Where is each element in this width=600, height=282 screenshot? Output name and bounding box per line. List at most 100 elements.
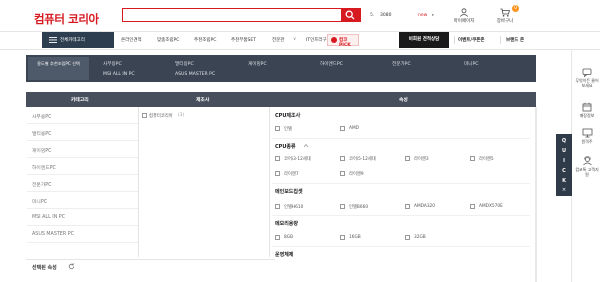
store-info-label: 매장정보	[579, 113, 595, 118]
category-link-gaming[interactable]: 게이밍PC	[248, 61, 267, 67]
hot-keyword-rank: 5.	[370, 13, 375, 18]
remote-support-label: 원격주	[581, 139, 593, 144]
customer-support-link[interactable]: 컴코톡 고객지원	[574, 156, 600, 177]
all-category-label: 전체카테고리	[60, 38, 85, 43]
maker-checkbox[interactable]	[142, 113, 147, 118]
option-checkbox[interactable]	[470, 204, 475, 209]
option-checkbox[interactable]	[340, 126, 345, 131]
category-row-mini[interactable]: 미니PC	[27, 192, 138, 209]
category-link-pro[interactable]: 전문가PC	[392, 61, 411, 67]
store-info-link[interactable]: 매장정보	[574, 102, 600, 118]
hot-keyword[interactable]: 3080	[380, 13, 391, 18]
nav-item-parts-set[interactable]: 추천부품SET	[231, 37, 256, 43]
category-row-label: 미니PC	[32, 200, 48, 205]
category-link-office[interactable]: 사무용PC	[103, 61, 122, 67]
category-link-multi[interactable]: 멀티용PC	[175, 61, 194, 67]
category-row-highend[interactable]: 하이엔드PC	[27, 158, 138, 175]
option-checkbox[interactable]	[405, 235, 410, 240]
event-coupon-link[interactable]: 이벤트/쿠폰존	[458, 37, 484, 43]
cart-count-badge: 0	[512, 5, 519, 12]
nav-separator	[454, 36, 455, 44]
close-icon[interactable]: ×	[556, 187, 572, 193]
category-row-label: 사무용PC	[32, 115, 52, 120]
group-os: 운영체제	[275, 252, 294, 258]
category-row-label: MSI ALL IN PC	[32, 215, 66, 220]
option-checkbox[interactable]	[340, 204, 345, 209]
category-row-office[interactable]: 사무용PC	[27, 107, 138, 124]
brand-zone-link[interactable]: 브랜드 존	[506, 37, 524, 43]
all-category-button[interactable]: 전체카테고리	[42, 32, 114, 48]
mypage-link[interactable]: 마이페이지	[446, 8, 482, 24]
filter-table-header	[26, 92, 536, 107]
search-button[interactable]	[341, 8, 361, 22]
option-checkbox[interactable]	[275, 235, 280, 240]
nav-item-specialty[interactable]: 전문관	[272, 37, 284, 43]
option-checkbox[interactable]	[275, 171, 280, 176]
option-checkbox[interactable]	[340, 171, 345, 176]
group-divider	[272, 215, 530, 216]
nav-bottom-divider	[0, 49, 600, 50]
new-caret-icon[interactable]: ▸	[432, 13, 434, 18]
group-divider	[272, 246, 530, 247]
search-input[interactable]	[122, 8, 341, 22]
site-logo[interactable]: 컴퓨터 코리아	[34, 11, 99, 27]
option-label: 라이젠5	[479, 157, 494, 162]
category-row-label: 하이엔드PC	[32, 166, 56, 171]
option-checkbox[interactable]	[275, 156, 280, 161]
option-label: 인텔H610	[284, 205, 304, 210]
ask-anything-link[interactable]: 무엇이든 물어보세요	[574, 68, 600, 88]
option-checkbox[interactable]	[275, 204, 280, 209]
category-link-highend[interactable]: 하이엔드PC	[320, 61, 343, 67]
column-divider	[138, 107, 139, 257]
category-row-multi[interactable]: 멀티용PC	[27, 124, 138, 141]
quick-letter: Q	[561, 138, 567, 144]
column-divider	[269, 107, 270, 257]
option-checkbox[interactable]	[470, 156, 475, 161]
category-row-msi[interactable]: MSI ALL IN PC	[27, 209, 138, 226]
category-link-asus[interactable]: ASUS MASTER PC	[175, 72, 215, 77]
pick-icon	[331, 37, 337, 43]
nav-item-custom-pc[interactable]: 맞춤조립PC	[157, 37, 179, 43]
option-label: 코어i3-12세대	[284, 157, 311, 162]
group-cpu-type: CPU종류	[275, 144, 296, 150]
option-checkbox[interactable]	[405, 156, 410, 161]
user-icon	[459, 8, 469, 17]
category-panel	[26, 55, 536, 82]
remote-support-link[interactable]: 원격주	[574, 128, 600, 144]
category-row-label: 게이밍PC	[32, 149, 52, 154]
option-label: 인텔B660	[349, 205, 369, 210]
option-checkbox[interactable]	[405, 204, 410, 209]
category-row-gaming[interactable]: 게이밍PC	[27, 141, 138, 158]
chevron-up-icon[interactable]	[303, 143, 309, 148]
mypage-label: 마이페이지	[453, 19, 475, 24]
option-label: AMD	[349, 126, 359, 131]
category-row-label: 전문가PC	[32, 183, 52, 188]
option-label: AMDX570E	[479, 204, 503, 209]
category-link-mini[interactable]: 미니PC	[464, 61, 478, 67]
category-row-asus[interactable]: ASUS MASTER PC	[27, 226, 138, 243]
option-label: 라이젠7	[284, 172, 299, 177]
option-checkbox[interactable]	[340, 156, 345, 161]
option-checkbox[interactable]	[275, 126, 280, 131]
quick-letter: U	[561, 148, 567, 154]
maker-count: (3)	[178, 113, 185, 118]
option-label: 라이젠9	[349, 172, 364, 177]
scrollbar[interactable]	[535, 107, 537, 282]
quick-letter: C	[562, 168, 566, 174]
category-row-pro[interactable]: 전문가PC	[27, 175, 138, 192]
guest-consult-button[interactable]: 비회원 견적상담	[399, 32, 449, 48]
category-row-label: 멀티용PC	[32, 132, 52, 137]
chevron-down-icon[interactable]: ∨	[293, 37, 296, 42]
quick-letter: K	[562, 178, 566, 184]
category-link-msi[interactable]: MSI ALL IN PC	[103, 72, 135, 77]
category-row-label: ASUS MASTER PC	[32, 232, 74, 237]
quick-menu-toggle[interactable]: Q U I C K ×	[556, 134, 572, 196]
pick-button[interactable]: 컴코PICK	[327, 34, 359, 48]
nav-item-online-quote[interactable]: 온라인견적	[121, 37, 142, 43]
refresh-icon[interactable]	[68, 263, 75, 270]
cart-icon	[500, 8, 510, 17]
nav-item-recommended-pc[interactable]: 추천조립PC	[194, 37, 216, 43]
group-divider	[272, 138, 530, 139]
option-label: AMDA320	[414, 204, 436, 209]
option-checkbox[interactable]	[340, 235, 345, 240]
